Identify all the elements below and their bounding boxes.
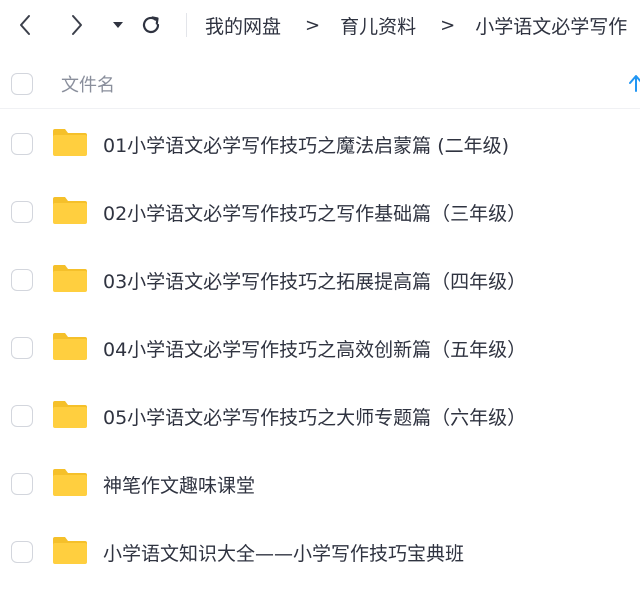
column-header-name[interactable]: 文件名 (61, 71, 115, 97)
list-header: 文件名 (0, 59, 640, 109)
select-all-checkbox[interactable] (11, 73, 33, 95)
toolbar: 我的网盘 > 育儿资料 > 小学语文必学写作 (0, 0, 640, 50)
file-row[interactable]: 神笔作文趣味课堂 (0, 450, 640, 518)
breadcrumb-separator: > (305, 14, 321, 36)
file-name: 02小学语文必学写作技巧之写作基础篇（三年级） (103, 202, 527, 225)
folder-icon (53, 401, 87, 428)
file-row[interactable]: 03小学语文必学写作技巧之拓展提高篇（四年级） (0, 246, 640, 314)
file-name: 小学语文知识大全——小学写作技巧宝典班 (103, 542, 465, 565)
row-checkbox[interactable] (11, 541, 33, 563)
file-name: 03小学语文必学写作技巧之拓展提高篇（四年级） (103, 270, 527, 293)
breadcrumb: 我的网盘 > 育儿资料 > 小学语文必学写作 (205, 0, 627, 50)
back-button[interactable] (12, 12, 38, 38)
file-row[interactable]: 04小学语文必学写作技巧之高效创新篇（五年级） (0, 314, 640, 382)
file-name: 神笔作文趣味课堂 (103, 474, 256, 497)
row-checkbox[interactable] (11, 405, 33, 427)
file-row[interactable]: 02小学语文必学写作技巧之写作基础篇（三年级） (0, 178, 640, 246)
breadcrumb-item-current[interactable]: 小学语文必学写作 (475, 12, 627, 39)
arrow-up-icon[interactable] (626, 73, 640, 93)
toolbar-divider (186, 13, 187, 37)
folder-icon (53, 333, 87, 360)
row-checkbox[interactable] (11, 337, 33, 359)
history-dropdown-button[interactable] (105, 12, 131, 38)
folder-icon (53, 537, 87, 564)
chevron-right-icon (72, 15, 82, 35)
breadcrumb-item-parenting[interactable]: 育儿资料 (340, 12, 416, 39)
forward-button[interactable] (64, 12, 90, 38)
caret-down-icon (113, 22, 123, 28)
folder-icon (53, 197, 87, 224)
file-name: 04小学语文必学写作技巧之高效创新篇（五年级） (103, 338, 527, 361)
row-checkbox[interactable] (11, 473, 33, 495)
breadcrumb-separator: > (440, 14, 456, 36)
row-checkbox[interactable] (11, 133, 33, 155)
folder-icon (53, 265, 87, 292)
file-row[interactable]: 05小学语文必学写作技巧之大师专题篇（六年级） (0, 382, 640, 450)
folder-icon (53, 469, 87, 496)
folder-icon (53, 129, 87, 156)
file-row[interactable]: 小学语文知识大全——小学写作技巧宝典班 (0, 518, 640, 586)
breadcrumb-item-my-drive[interactable]: 我的网盘 (205, 12, 281, 39)
row-checkbox[interactable] (11, 201, 33, 223)
row-checkbox[interactable] (11, 269, 33, 291)
file-row[interactable]: 01小学语文必学写作技巧之魔法启蒙篇 (二年级) (0, 110, 640, 178)
file-name: 05小学语文必学写作技巧之大师专题篇（六年级） (103, 406, 527, 429)
file-name: 01小学语文必学写作技巧之魔法启蒙篇 (二年级) (103, 134, 510, 157)
refresh-button[interactable] (138, 12, 164, 38)
chevron-left-icon (20, 15, 30, 35)
refresh-icon (142, 16, 160, 34)
